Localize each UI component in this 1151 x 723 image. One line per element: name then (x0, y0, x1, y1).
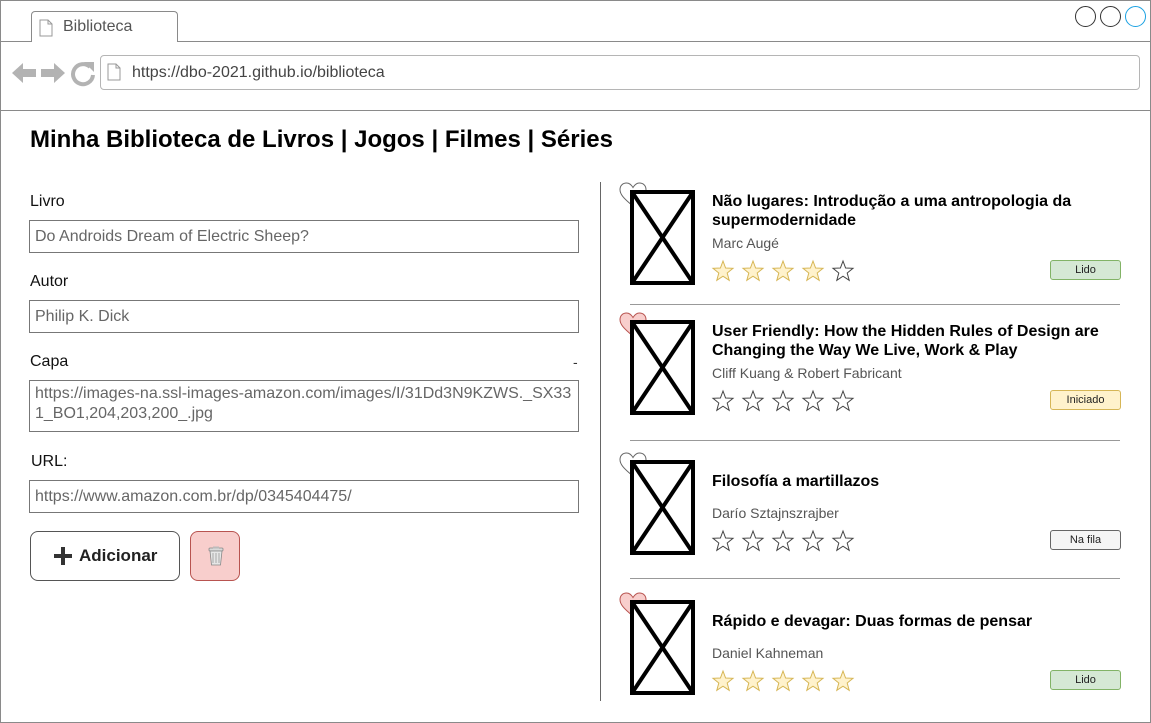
book-title: Não lugares: Introdução a uma antropolog… (712, 193, 1072, 229)
status-badge[interactable]: Lido (1050, 670, 1121, 690)
cover-dash: - (573, 354, 578, 370)
star-icon[interactable] (768, 669, 798, 693)
rating-stars[interactable] (708, 259, 858, 283)
book-author: Darío Sztajnszrajber (712, 505, 839, 521)
list-separator (630, 578, 1120, 579)
star-icon[interactable] (798, 389, 828, 413)
star-icon[interactable] (828, 389, 858, 413)
star-icon[interactable] (738, 669, 768, 693)
document-icon (39, 19, 53, 37)
star-icon[interactable] (828, 259, 858, 283)
address-bar[interactable]: https://dbo-2021.github.io/biblioteca (100, 55, 1140, 90)
delete-button[interactable] (190, 531, 240, 581)
book-item[interactable]: Não lugares: Introdução a uma antropolog… (615, 182, 1125, 302)
book-cover-placeholder (630, 460, 695, 555)
add-button-label: Adicionar (79, 546, 158, 565)
minimize-button[interactable] (1075, 6, 1096, 27)
forward-arrow-icon[interactable] (40, 61, 66, 85)
status-badge[interactable]: Na fila (1050, 530, 1121, 550)
star-icon[interactable] (798, 259, 828, 283)
star-icon[interactable] (738, 389, 768, 413)
star-icon[interactable] (828, 529, 858, 553)
star-icon[interactable] (798, 529, 828, 553)
page-title: Minha Biblioteca de Livros | Jogos | Fil… (30, 126, 613, 153)
book-cover-placeholder (630, 600, 695, 695)
page-icon (107, 63, 121, 81)
author-label: Autor (30, 273, 69, 290)
star-icon[interactable] (798, 669, 828, 693)
close-button[interactable] (1125, 6, 1146, 27)
cover-label: Capa (30, 353, 69, 370)
tab-bar: Biblioteca (1, 1, 1150, 43)
rating-stars[interactable] (708, 669, 858, 693)
back-arrow-icon[interactable] (11, 61, 37, 85)
star-icon[interactable] (738, 259, 768, 283)
star-icon[interactable] (708, 389, 738, 413)
author-input[interactable]: Philip K. Dick (29, 300, 579, 333)
star-icon[interactable] (708, 529, 738, 553)
status-badge[interactable]: Lido (1050, 260, 1121, 280)
book-title: Filosofía a martillazos (712, 473, 880, 490)
book-label: Livro (30, 193, 65, 210)
star-icon[interactable] (708, 259, 738, 283)
star-icon[interactable] (708, 669, 738, 693)
maximize-button[interactable] (1100, 6, 1121, 27)
star-icon[interactable] (768, 259, 798, 283)
book-author: Marc Augé (712, 235, 779, 251)
book-title: Rápido e devagar: Duas formas de pensar (712, 613, 1033, 630)
book-title: User Friendly: How the Hidden Rules of D… (712, 323, 1099, 359)
star-icon[interactable] (738, 529, 768, 553)
list-separator (630, 440, 1120, 441)
browser-tab[interactable]: Biblioteca (31, 11, 178, 43)
list-separator (630, 304, 1120, 305)
trash-icon (208, 546, 224, 566)
plus-icon (54, 547, 72, 565)
rating-stars[interactable] (708, 529, 858, 553)
status-badge[interactable]: Iniciado (1050, 390, 1121, 410)
star-icon[interactable] (768, 389, 798, 413)
browser-toolbar: https://dbo-2021.github.io/biblioteca (1, 42, 1150, 111)
column-divider (600, 182, 601, 701)
add-button[interactable]: Adicionar (30, 531, 180, 581)
book-cover-placeholder (630, 320, 695, 415)
reload-icon[interactable] (70, 61, 96, 87)
star-icon[interactable] (768, 529, 798, 553)
tab-title: Biblioteca (63, 18, 133, 35)
book-author: Cliff Kuang & Robert Fabricant (712, 365, 902, 381)
cover-url-input[interactable]: https://images-na.ssl-images-amazon.com/… (29, 380, 579, 432)
url-input[interactable]: https://www.amazon.com.br/dp/0345404475/ (29, 480, 579, 513)
url-label: URL: (31, 453, 68, 470)
book-item[interactable]: Filosofía a martillazos Darío Sztajnszra… (615, 452, 1125, 572)
book-item[interactable]: User Friendly: How the Hidden Rules of D… (615, 312, 1125, 432)
url-text: https://dbo-2021.github.io/biblioteca (132, 64, 385, 81)
book-cover-placeholder (630, 190, 695, 285)
star-icon[interactable] (828, 669, 858, 693)
rating-stars[interactable] (708, 389, 858, 413)
book-input[interactable]: Do Androids Dream of Electric Sheep? (29, 220, 579, 253)
book-item[interactable]: Rápido e devagar: Duas formas de pensar … (615, 592, 1125, 712)
book-author: Daniel Kahneman (712, 645, 824, 661)
